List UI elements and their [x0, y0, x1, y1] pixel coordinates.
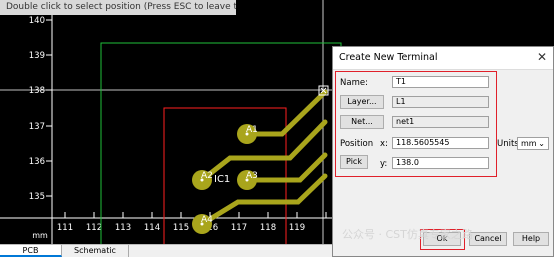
y-label: y:: [380, 159, 388, 169]
y-tick-label: 137: [29, 122, 45, 132]
chevron-down-icon: ⌄: [538, 139, 545, 148]
x-tick-label: 111: [57, 223, 73, 233]
x-tick-label: 117: [231, 223, 247, 233]
x-unit-label: mm: [32, 231, 48, 240]
y-field[interactable]: 138.0: [392, 157, 489, 169]
close-icon[interactable]: ✕: [537, 50, 547, 64]
y-tick-label: 140: [29, 16, 45, 26]
x-tick-label: 112: [86, 223, 102, 233]
x-tick-label: 113: [115, 223, 131, 233]
cancel-button[interactable]: Cancel: [469, 232, 507, 246]
name-field[interactable]: T1: [392, 76, 489, 88]
units-value: mm: [521, 139, 537, 148]
position-label: Position: [340, 139, 374, 149]
y-tick-label: 135: [29, 192, 45, 202]
units-select[interactable]: mm ⌄: [517, 137, 549, 150]
pad-label: A4: [201, 215, 213, 225]
help-button[interactable]: Help: [513, 232, 549, 246]
x-tick-label: 114: [144, 223, 160, 233]
net-field: net1: [392, 116, 489, 128]
x-tick-label: 118: [260, 223, 276, 233]
tab-schematic[interactable]: Schematic: [62, 245, 129, 257]
watermark-text: 公众号 · CST仿真专家之路: [342, 228, 473, 241]
pad-label: A1: [246, 125, 258, 135]
net-button[interactable]: Net...: [340, 115, 384, 129]
dialog-title: Create New Terminal: [339, 52, 438, 63]
x-field[interactable]: 118.5605545: [392, 137, 489, 149]
layer-field: L1: [392, 96, 489, 108]
name-label: Name:: [340, 78, 368, 88]
tab-pcb[interactable]: PCB: [0, 245, 62, 257]
layer-button[interactable]: Layer...: [340, 95, 384, 109]
x-label: x:: [380, 139, 388, 149]
x-tick-label: 115: [173, 223, 189, 233]
pick-button[interactable]: Pick: [340, 155, 368, 169]
y-tick-label: 138: [29, 86, 45, 96]
y-tick-label: 139: [29, 51, 45, 61]
pad-label: A2: [201, 171, 213, 181]
y-tick-label: 136: [29, 157, 45, 167]
mode-hint: Double click to select position (Press E…: [0, 0, 236, 15]
ic-label: IC1: [214, 174, 230, 185]
pad-label: A3: [246, 171, 258, 181]
dialog-titlebar: Create New Terminal ✕: [333, 47, 553, 70]
x-tick-label: 119: [289, 223, 305, 233]
